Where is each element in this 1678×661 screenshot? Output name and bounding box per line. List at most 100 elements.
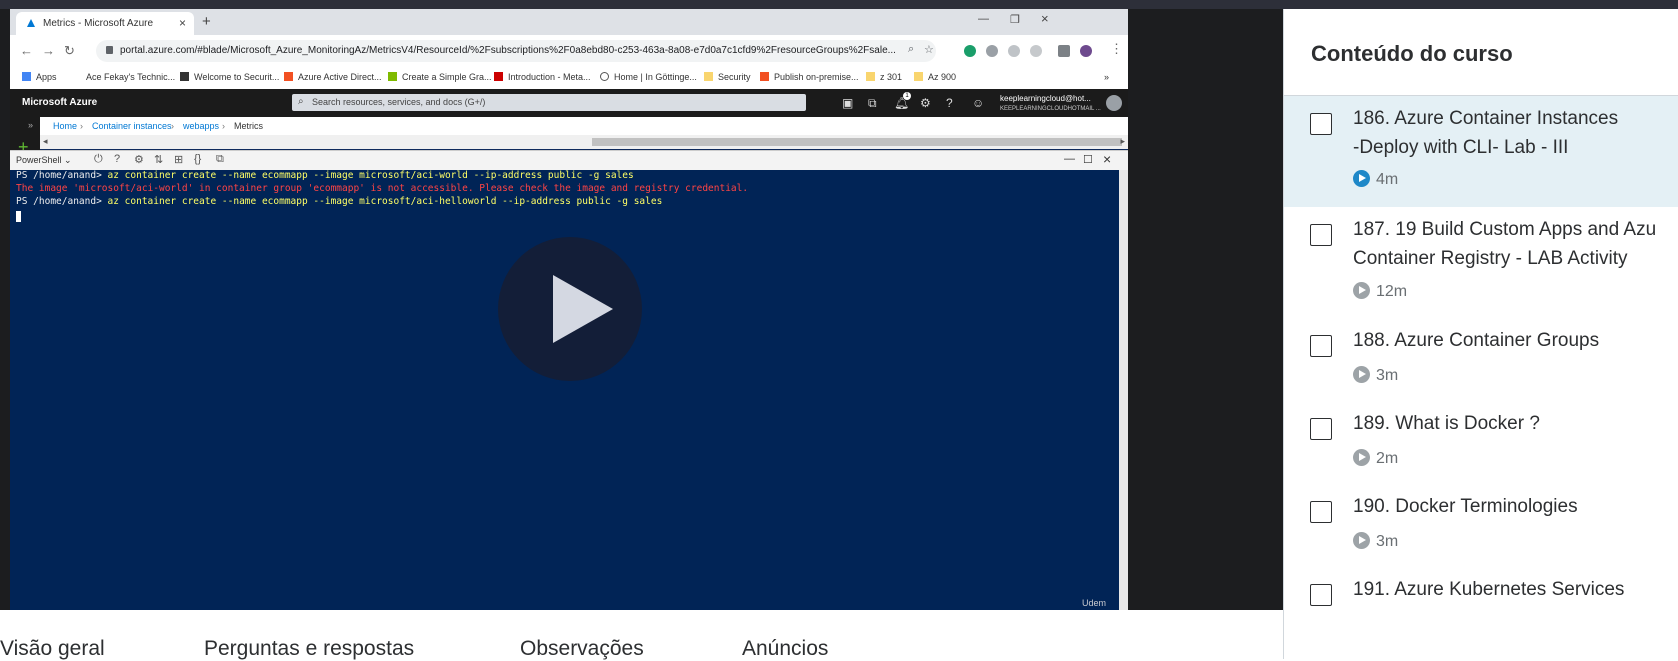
extension-icon[interactable] bbox=[964, 45, 976, 57]
forward-icon[interactable]: → bbox=[42, 43, 55, 58]
minimize-icon[interactable]: — bbox=[1064, 153, 1075, 165]
extension-icon[interactable] bbox=[1008, 45, 1020, 57]
settings-gear-icon[interactable]: ⚙ bbox=[920, 96, 931, 110]
restart-icon[interactable]: ⏻ bbox=[94, 153, 103, 166]
lecture-title: 189. What is Docker ? bbox=[1353, 413, 1540, 434]
shell-selector[interactable]: PowerShell ⌄ bbox=[16, 155, 72, 166]
browser-tab-bar: Metrics - Microsoft Azure × + — ❐ × bbox=[10, 9, 1128, 35]
upload-download-icon[interactable]: ⇅ bbox=[154, 153, 163, 166]
chevron-right-icon: › bbox=[171, 121, 174, 131]
cloud-shell-icon[interactable]: ▣ bbox=[842, 96, 853, 110]
bookmark-item[interactable]: Ace Fekay's Technic... bbox=[86, 72, 175, 82]
settings-gear-icon[interactable]: ⚙ bbox=[134, 153, 144, 166]
lecture-title: 187. 19 Build Custom Apps and Azu Contain… bbox=[1353, 219, 1657, 269]
lecture-checkbox[interactable] bbox=[1310, 224, 1332, 246]
editor-braces-icon[interactable]: {} bbox=[194, 153, 201, 165]
terminal-output[interactable]: PS /home/anand> az container create --na… bbox=[10, 170, 1128, 610]
help-icon[interactable]: ? bbox=[114, 153, 120, 165]
lecture-item[interactable]: 190. Docker Terminologies 3m bbox=[1284, 484, 1678, 567]
play-circle-icon bbox=[1353, 449, 1370, 466]
url-field[interactable]: portal.azure.com/#blade/Microsoft_Azure_… bbox=[96, 40, 936, 62]
breadcrumb-webapps[interactable]: webapps bbox=[183, 121, 219, 131]
breadcrumb: Home › Container instances › webapps › M… bbox=[10, 117, 1128, 135]
url-text: portal.azure.com/#blade/Microsoft_Azure_… bbox=[120, 45, 896, 56]
bookmark-item[interactable]: Welcome to Securit... bbox=[180, 72, 279, 82]
close-tab-icon[interactable]: × bbox=[179, 16, 186, 30]
azure-header: Microsoft Azure ⌕ Search resources, serv… bbox=[10, 89, 1128, 117]
apps-grid-icon bbox=[22, 72, 31, 81]
lecture-checkbox[interactable] bbox=[1310, 418, 1332, 440]
bookmark-item[interactable]: Publish on-premise... bbox=[760, 72, 859, 82]
bookmark-folder[interactable]: Az 900 bbox=[914, 72, 956, 82]
help-icon[interactable]: ? bbox=[946, 96, 953, 110]
scroll-right-icon[interactable]: ▸ bbox=[1120, 136, 1125, 147]
close-window-icon[interactable]: × bbox=[1041, 11, 1049, 26]
close-icon[interactable]: × bbox=[1103, 151, 1111, 167]
tab-announcements[interactable]: Anúncios bbox=[742, 637, 828, 661]
bookmark-apps[interactable]: Apps bbox=[22, 72, 57, 82]
minimize-icon[interactable]: — bbox=[978, 13, 989, 25]
lecture-checkbox[interactable] bbox=[1310, 501, 1332, 523]
azure-logo-icon bbox=[27, 19, 35, 27]
breadcrumb-home[interactable]: Home bbox=[53, 121, 77, 131]
play-button[interactable] bbox=[498, 237, 642, 381]
more-bookmarks-icon[interactable]: » bbox=[1104, 72, 1109, 82]
terminal-cursor bbox=[16, 211, 21, 222]
horizontal-scrollbar[interactable]: ◂ ▸ bbox=[40, 135, 1128, 149]
microsoft-logo-icon bbox=[284, 72, 293, 81]
new-tab-icon[interactable]: + bbox=[202, 13, 211, 30]
azure-brand[interactable]: Microsoft Azure bbox=[22, 97, 97, 108]
video-frame[interactable]: Metrics - Microsoft Azure × + — ❐ × ← → … bbox=[10, 9, 1128, 610]
web-preview-icon[interactable]: ⧉ bbox=[216, 153, 224, 166]
bookmark-item[interactable]: Home | In Göttinge... bbox=[600, 72, 697, 82]
tab-notes[interactable]: Observações bbox=[520, 637, 644, 661]
lecture-checkbox[interactable] bbox=[1310, 113, 1332, 135]
lecture-item[interactable]: 186. Azure Container Instances -Deploy wi… bbox=[1284, 96, 1678, 207]
scroll-left-icon[interactable]: ◂ bbox=[43, 136, 48, 147]
feedback-smiley-icon[interactable]: ☺ bbox=[972, 96, 984, 110]
lecture-item[interactable]: 188. Azure Container Groups 3m bbox=[1284, 318, 1678, 401]
bookmark-folder[interactable]: z 301 bbox=[866, 72, 902, 82]
chevron-right-icon: › bbox=[222, 121, 225, 131]
bookmark-star-icon[interactable]: ☆ bbox=[924, 43, 934, 56]
browser-menu-icon[interactable]: ⋮ bbox=[1110, 41, 1123, 57]
video-player[interactable]: Metrics - Microsoft Azure × + — ❐ × ← → … bbox=[0, 9, 1283, 610]
breadcrumb-container-instances[interactable]: Container instances bbox=[92, 121, 172, 131]
browser-tab[interactable]: Metrics - Microsoft Azure × bbox=[16, 12, 194, 35]
extension-icon[interactable] bbox=[1030, 45, 1042, 57]
terminal-error-line: The image 'microsoft/aci-world' in conta… bbox=[16, 183, 749, 194]
tab-overview[interactable]: Visão geral bbox=[0, 637, 105, 661]
bookmark-item[interactable]: Azure Active Direct... bbox=[284, 72, 382, 82]
bookmark-folder[interactable]: Security bbox=[704, 72, 751, 82]
lecture-item[interactable]: 191. Azure Kubernetes Services bbox=[1284, 567, 1678, 659]
bookmark-item[interactable]: Introduction - Meta... bbox=[494, 72, 591, 82]
terminal-line: PS /home/anand> az container create --na… bbox=[16, 196, 663, 207]
lecture-title: 191. Azure Kubernetes Services bbox=[1353, 579, 1625, 600]
directory-filter-icon[interactable]: ⧉ bbox=[868, 96, 877, 111]
lecture-checkbox[interactable] bbox=[1310, 584, 1332, 606]
reading-list-icon[interactable] bbox=[1058, 45, 1070, 57]
tab-qa[interactable]: Perguntas e respostas bbox=[204, 637, 414, 661]
account-directory: KEEPLEARNINGCLOUDHOTMAIL ... bbox=[1000, 106, 1101, 112]
lecture-checkbox[interactable] bbox=[1310, 335, 1332, 357]
terminal-scrollbar[interactable] bbox=[1119, 170, 1128, 610]
sidebar-title: Conteúdo do curso bbox=[1311, 41, 1513, 66]
microsoft-logo-icon bbox=[760, 72, 769, 81]
zoom-icon[interactable]: ⌕ bbox=[908, 43, 914, 56]
extension-icon[interactable] bbox=[986, 45, 998, 57]
avatar[interactable] bbox=[1106, 95, 1122, 111]
bookmark-item[interactable]: Create a Simple Gra... bbox=[388, 72, 492, 82]
reload-icon[interactable]: ↻ bbox=[64, 43, 75, 59]
new-session-icon[interactable]: ⊞ bbox=[174, 153, 183, 166]
back-icon[interactable]: ← bbox=[20, 43, 33, 58]
scrollbar-thumb[interactable] bbox=[592, 138, 1122, 146]
lecture-item[interactable]: 187. 19 Build Custom Apps and Azu Contain… bbox=[1284, 207, 1678, 318]
address-bar-row: ← → ↻ portal.azure.com/#blade/Microsoft_… bbox=[10, 35, 1128, 67]
expand-menu-icon[interactable]: » bbox=[28, 120, 33, 130]
maximize-icon[interactable]: ☐ bbox=[1083, 153, 1093, 166]
azure-account[interactable]: keeplearningcloud@hot... KEEPLEARNINGCLO… bbox=[1000, 94, 1101, 114]
lecture-item[interactable]: 189. What is Docker ? 2m bbox=[1284, 401, 1678, 484]
profile-icon[interactable] bbox=[1080, 45, 1092, 57]
azure-search-input[interactable]: ⌕ Search resources, services, and docs (… bbox=[292, 94, 806, 111]
restore-icon[interactable]: ❐ bbox=[1010, 13, 1020, 26]
